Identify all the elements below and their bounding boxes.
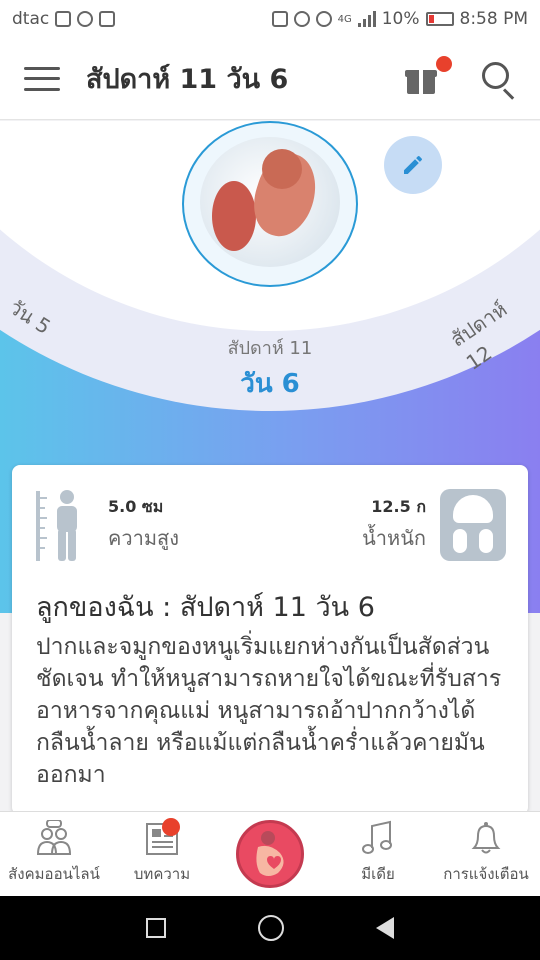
nav-label: มีเดีย — [361, 865, 395, 883]
height-ruler-icon — [36, 490, 77, 561]
baby-info-card: 5.0 ซม ความสูง 12.5 ก น้ำหนัก ลูกของฉัน … — [12, 465, 528, 815]
gift-icon[interactable] — [405, 55, 452, 94]
card-description: ปากและจมูกของหนูเริ่มแยกห่างกันเป็นสัดส่… — [36, 634, 502, 788]
height-label: ความสูง — [108, 526, 179, 550]
activity-icon — [55, 11, 72, 27]
pencil-icon — [404, 155, 423, 174]
notification-badge — [436, 55, 452, 72]
battery-percent: 10% — [381, 9, 420, 29]
notification-badge — [162, 818, 180, 836]
alarm-icon — [293, 11, 310, 27]
page-title: สัปดาห์ 11 วัน 6 — [86, 64, 289, 95]
search-icon[interactable] — [482, 61, 516, 100]
edit-button[interactable] — [384, 136, 442, 194]
nav-label: การแจ้งเตือน — [443, 865, 529, 883]
nav-label: บทความ — [133, 865, 191, 883]
upload-icon — [99, 11, 116, 27]
app-header: สัปดาห์ 11 วัน 6 — [0, 38, 540, 120]
hamburger-menu-icon[interactable] — [24, 66, 60, 91]
bottom-navigation: สังคมออนไลน์ บทความ มีเดีย การแจ้งเตือน — [0, 811, 540, 896]
eye-icon — [315, 11, 332, 27]
height-value: 5.0 ซม — [108, 497, 164, 516]
vibrate-icon — [271, 11, 288, 27]
pregnancy-icon — [256, 831, 284, 876]
current-week-label: สัปดาห์ 11 — [227, 338, 313, 359]
nav-articles[interactable]: บทความ — [108, 812, 216, 896]
nav-label: สังคมออนไลน์ — [8, 865, 100, 883]
embryo-image — [182, 121, 358, 287]
home-icon[interactable] — [258, 915, 284, 941]
system-navigation-bar — [0, 896, 540, 960]
back-icon[interactable] — [376, 917, 394, 939]
nav-media[interactable]: มีเดีย — [324, 812, 432, 896]
bell-icon — [471, 822, 501, 854]
weight-label: น้ำหนัก — [362, 526, 426, 550]
nav-community[interactable]: สังคมออนไลน์ — [0, 812, 108, 896]
network-type: 4G — [337, 13, 352, 25]
weight-scale-icon — [440, 489, 506, 561]
music-icon — [362, 820, 392, 854]
carrier-name: dtac — [12, 9, 50, 29]
recent-apps-icon[interactable] — [146, 918, 166, 938]
signal-icon — [357, 11, 376, 27]
pregnancy-center-button[interactable] — [236, 820, 304, 888]
community-icon — [36, 820, 72, 855]
battery-icon — [425, 12, 454, 26]
current-day-label: วัน 6 — [240, 369, 300, 399]
nav-notifications[interactable]: การแจ้งเตือน — [432, 812, 540, 896]
clock: 8:58 PM — [459, 9, 529, 29]
weight-value: 12.5 ก — [371, 497, 426, 516]
screen-record-icon — [77, 11, 94, 27]
card-title: ลูกของฉัน : สัปดาห์ 11 วัน 6 — [36, 592, 375, 623]
status-bar: dtac 4G 10% 8:58 PM — [0, 0, 540, 38]
